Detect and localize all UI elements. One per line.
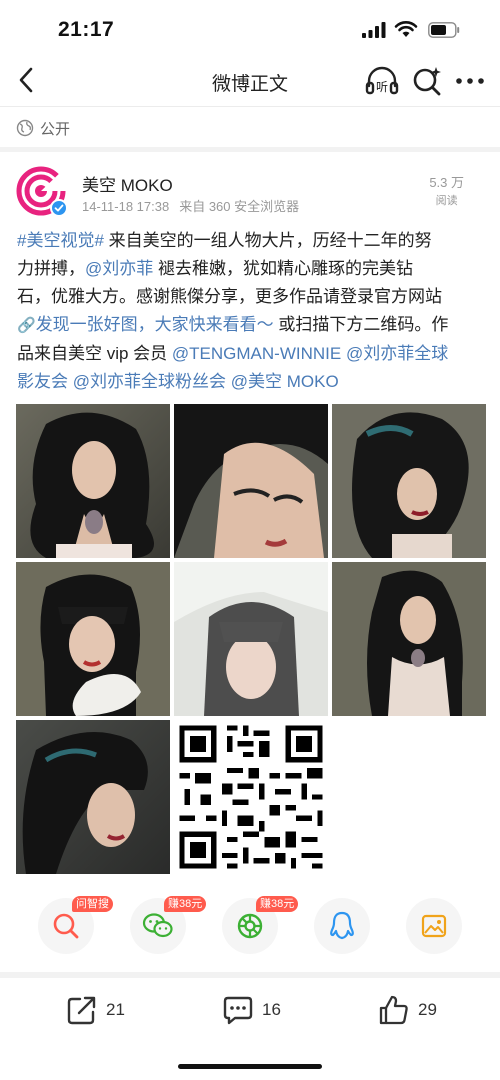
post-text-segment: 来自美空的一组人物大片，历经十二年的努 [103,231,432,250]
post-photo-3[interactable] [332,404,486,558]
portrait-photo-image [16,404,170,558]
section-gap [0,147,500,152]
action-bar: 21 16 29 [0,978,500,1048]
post-link[interactable]: @刘亦菲全球粉丝会 [73,372,226,391]
share-wechat-button[interactable]: 赚38元 [130,896,207,954]
post-source: 来自 360 安全浏览器 [179,199,300,214]
share-qq-button[interactable] [314,898,370,954]
comment-button[interactable]: 16 [222,992,281,1028]
wechat-icon [142,913,173,938]
nav-bar: 微博正文 听 [0,56,500,106]
post-link[interactable]: @美空 MOKO [231,372,339,391]
visibility-label: 公开 [40,120,71,138]
verified-badge-icon [50,199,68,217]
share-badge: 赚38元 [164,896,207,912]
post-link[interactable]: @刘亦菲全球 [346,344,448,363]
post-photo-4[interactable] [16,562,170,716]
wifi-icon [394,21,418,37]
portrait-photo-image [16,562,170,716]
post-body: #美空视觉# 来自美空的一组人物大片，历经十二年的努 力拼搏，@刘亦菲 褪去稚嫩，… [17,227,487,396]
wechat-moments-icon [237,913,263,939]
listen-label: 听 [376,80,388,94]
post-text-segment: 褪去稚嫩，犹如精心雕琢的完美钻 [153,259,413,278]
portrait-photo-image [332,562,486,716]
repost-button[interactable]: 21 [66,992,125,1028]
portrait-photo-image [174,562,328,716]
post-link[interactable]: 影友会 [17,372,68,391]
qr-code-image[interactable] [174,720,328,874]
share-badge: 赚38元 [256,896,299,912]
share-badge: 问智搜 [72,896,113,912]
repost-count: 21 [106,1000,125,1019]
home-indicator [178,1064,322,1069]
link-icon[interactable]: 🔗 [17,317,36,334]
post-link[interactable]: 发现一张好图，大家快来看看～ [36,315,274,334]
more-options-icon[interactable] [452,64,488,98]
post-text-line: 影友会 @刘亦菲全球粉丝会 @美空 MOKO [17,368,487,396]
listen-headphones-icon[interactable]: 听 [364,64,400,98]
like-button[interactable]: 29 [378,992,437,1028]
post-text-line: 品来自美空 vip 会员 @TENGMAN-WINNIE @刘亦菲全球 [17,340,487,368]
repost-icon [67,996,96,1025]
post-text-line: 🔗发现一张好图，大家快来看看～ 或扫描下方二维码。作 [17,311,487,340]
post-text-segment: 力拼搏， [17,259,85,278]
view-count: 5.3 万 阅读 [429,172,464,208]
qq-icon [330,911,354,940]
portrait-photo-image [16,720,170,874]
post-text-line: 石，优雅大方。感谢熊傑分享，更多作品请登录官方网站 [17,283,487,311]
post-link[interactable]: #美空视觉# [17,231,104,250]
portrait-photo-image [174,404,328,558]
author-name[interactable]: 美空 MOKO [82,171,173,196]
ai-search-icon [53,913,79,939]
post-photo-1[interactable] [16,404,170,558]
like-count: 29 [418,1000,437,1019]
cellular-signal-icon [362,22,386,38]
visibility-indicator: 公开 [16,115,70,141]
post-link[interactable]: @刘亦菲 [85,259,153,278]
post-photo-7[interactable] [16,720,170,874]
share-row: 问智搜 赚38元 赚38元 [0,896,500,960]
view-count-label: 阅读 [435,195,458,207]
view-count-number: 5.3 万 [429,175,464,190]
post-photo-5[interactable] [174,562,328,716]
share-moments-button[interactable]: 赚38元 [222,896,299,954]
share-ai-search-button[interactable]: 问智搜 [38,896,113,954]
qr-code-icon [174,720,328,874]
save-image-button[interactable] [406,898,462,954]
ai-search-icon[interactable] [410,64,444,98]
status-bar: 21:17 [0,0,500,56]
post-meta: 14-11-18 17:38 来自 360 安全浏览器 [82,196,299,215]
portrait-photo-image [332,404,486,558]
header-divider [0,106,500,107]
checkmark-icon [54,204,64,212]
post-link[interactable]: @TENGMAN-WINNIE [172,344,341,363]
save-image-icon [421,914,447,938]
status-time: 21:17 [58,18,115,41]
post-text-segment: 品来自美空 vip 会员 [17,344,172,363]
post-date: 14-11-18 17:38 [82,199,170,214]
globe-icon [16,119,34,137]
post-text-line: #美空视觉# 来自美空的一组人物大片，历经十二年的努 [17,227,487,255]
post-photo-2[interactable] [174,404,328,558]
post-photo-6[interactable] [332,562,486,716]
post-text-line: 力拼搏，@刘亦菲 褪去稚嫩，犹如精心雕琢的完美钻 [17,255,487,283]
comment-icon [223,996,253,1025]
thumbs-up-icon [379,995,408,1025]
battery-icon [428,22,460,38]
comment-count: 16 [262,1000,281,1019]
post-text-segment: 或扫描下方二维码。作 [273,315,449,334]
post-text-segment: 石，优雅大方。感谢熊傑分享，更多作品请登录官方网站 [17,287,442,306]
